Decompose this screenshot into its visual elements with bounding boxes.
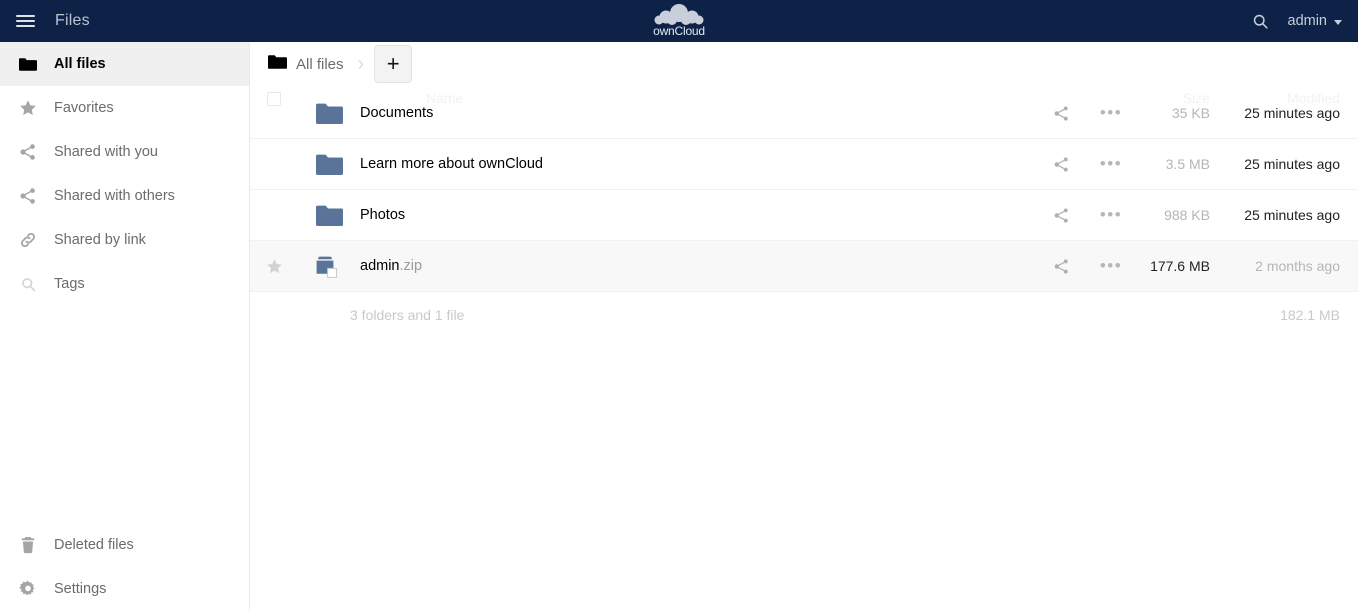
share-icon xyxy=(12,143,44,161)
file-name-base: Learn more about ownCloud xyxy=(360,156,543,172)
owncloud-logo: ownCloud xyxy=(0,0,1358,42)
summary-count: 3 folders and 1 file xyxy=(350,307,465,323)
sidebar-item-tags[interactable]: Tags xyxy=(0,262,249,306)
folder-icon xyxy=(298,102,350,124)
link-icon xyxy=(12,231,44,249)
file-name[interactable]: Documents xyxy=(350,105,1034,121)
sidebar-item-label: All files xyxy=(54,56,106,72)
file-size: 3.5 MB xyxy=(1165,156,1210,172)
table-row[interactable]: Photos ••• 988 KB 25 minutes ago xyxy=(250,190,1358,241)
share-icon xyxy=(1054,258,1068,274)
chevron-down-icon xyxy=(1334,19,1342,25)
main-content: Name Size Modified Documents ••• 35 KB 2… xyxy=(250,42,1358,611)
ellipsis-icon[interactable]: ••• xyxy=(1088,154,1134,174)
file-modified: 2 months ago xyxy=(1255,258,1340,274)
ellipsis-icon[interactable]: ••• xyxy=(1088,103,1134,123)
file-name[interactable]: admin.zip xyxy=(350,258,1034,274)
file-name[interactable]: Learn more about ownCloud xyxy=(350,156,1034,172)
sidebar-item-shared-with-others[interactable]: Shared with others xyxy=(0,174,249,218)
magnifier-icon xyxy=(12,276,44,293)
sidebar-item-label: Settings xyxy=(54,581,107,597)
file-name-base: Documents xyxy=(360,105,434,121)
folder-icon xyxy=(12,57,44,72)
sidebar-item-shared-by-link[interactable]: Shared by link xyxy=(0,218,249,262)
new-file-button[interactable]: + xyxy=(374,45,413,83)
share-button[interactable] xyxy=(1034,258,1088,275)
folder-icon xyxy=(298,204,350,226)
sidebar-item-settings[interactable]: Settings xyxy=(0,567,249,611)
app-title: Files xyxy=(55,12,90,29)
breadcrumb[interactable]: All files xyxy=(268,54,344,74)
search-icon xyxy=(1253,14,1268,29)
file-size: 35 KB xyxy=(1171,105,1210,121)
file-name-ext: .zip xyxy=(399,258,423,274)
star-icon xyxy=(266,258,282,273)
hamburger-icon xyxy=(15,12,35,30)
star-icon xyxy=(12,99,44,117)
file-name-base: Photos xyxy=(360,207,406,223)
sidebar-item-shared-with-you[interactable]: Shared with you xyxy=(0,130,249,174)
package-icon xyxy=(298,254,350,278)
owncloud-logo-icon: ownCloud xyxy=(653,4,705,38)
sidebar-item-label: Shared by link xyxy=(54,232,146,248)
file-name-base: admin xyxy=(360,258,400,274)
table-row[interactable]: Learn more about ownCloud ••• 3.5 MB 25 … xyxy=(250,139,1358,190)
breadcrumb-separator: › xyxy=(357,53,365,75)
user-menu[interactable]: admin xyxy=(1280,0,1358,42)
share-icon xyxy=(12,187,44,205)
menu-toggle-button[interactable] xyxy=(0,0,50,42)
file-name[interactable]: Photos xyxy=(350,207,1034,223)
top-header: Files ownCloud admin xyxy=(0,0,1358,42)
favorite-toggle[interactable] xyxy=(250,258,298,275)
share-button[interactable] xyxy=(1034,207,1088,224)
file-modified: 25 minutes ago xyxy=(1244,207,1340,223)
file-size: 177.6 MB xyxy=(1150,258,1210,274)
file-modified: 25 minutes ago xyxy=(1244,156,1340,172)
file-table: Name Size Modified Documents ••• 35 KB 2… xyxy=(250,42,1358,338)
folder-icon xyxy=(298,153,350,175)
table-row[interactable]: admin.zip ••• 177.6 MB 2 months ago xyxy=(250,241,1358,292)
sidebar-item-deleted-files[interactable]: Deleted files xyxy=(0,523,249,567)
sidebar: All files Favorites Shared with you Shar… xyxy=(0,42,250,611)
sidebar-item-label: Favorites xyxy=(54,100,114,116)
table-summary: 3 folders and 1 file 182.1 MB xyxy=(250,292,1358,338)
file-size: 988 KB xyxy=(1164,207,1210,223)
controls-bar: All files › + xyxy=(250,42,1358,86)
summary-total-size: 182.1 MB xyxy=(1280,307,1340,323)
folder-icon xyxy=(268,54,287,74)
breadcrumb-label: All files xyxy=(296,55,344,73)
sidebar-bottom-group: Deleted files Settings xyxy=(0,523,249,611)
sidebar-item-label: Tags xyxy=(54,276,85,292)
share-icon xyxy=(1054,156,1068,172)
share-icon xyxy=(1054,207,1068,223)
share-button[interactable] xyxy=(1034,105,1088,122)
user-name: admin xyxy=(1287,13,1328,29)
svg-text:ownCloud: ownCloud xyxy=(653,24,705,38)
sidebar-item-label: Shared with others xyxy=(54,188,175,204)
ellipsis-icon[interactable]: ••• xyxy=(1088,256,1134,276)
file-modified: 25 minutes ago xyxy=(1244,105,1340,121)
header-right-group: admin xyxy=(1242,0,1358,42)
gear-icon xyxy=(12,580,44,598)
sidebar-item-favorites[interactable]: Favorites xyxy=(0,86,249,130)
table-row[interactable]: Documents ••• 35 KB 25 minutes ago xyxy=(250,88,1358,139)
search-button[interactable] xyxy=(1242,0,1280,42)
trash-icon xyxy=(12,536,44,554)
share-button[interactable] xyxy=(1034,156,1088,173)
sidebar-item-label: Shared with you xyxy=(54,144,158,160)
share-icon xyxy=(1054,105,1068,121)
sidebar-item-all-files[interactable]: All files xyxy=(0,42,249,86)
sidebar-item-label: Deleted files xyxy=(54,537,134,553)
ellipsis-icon[interactable]: ••• xyxy=(1088,205,1134,225)
